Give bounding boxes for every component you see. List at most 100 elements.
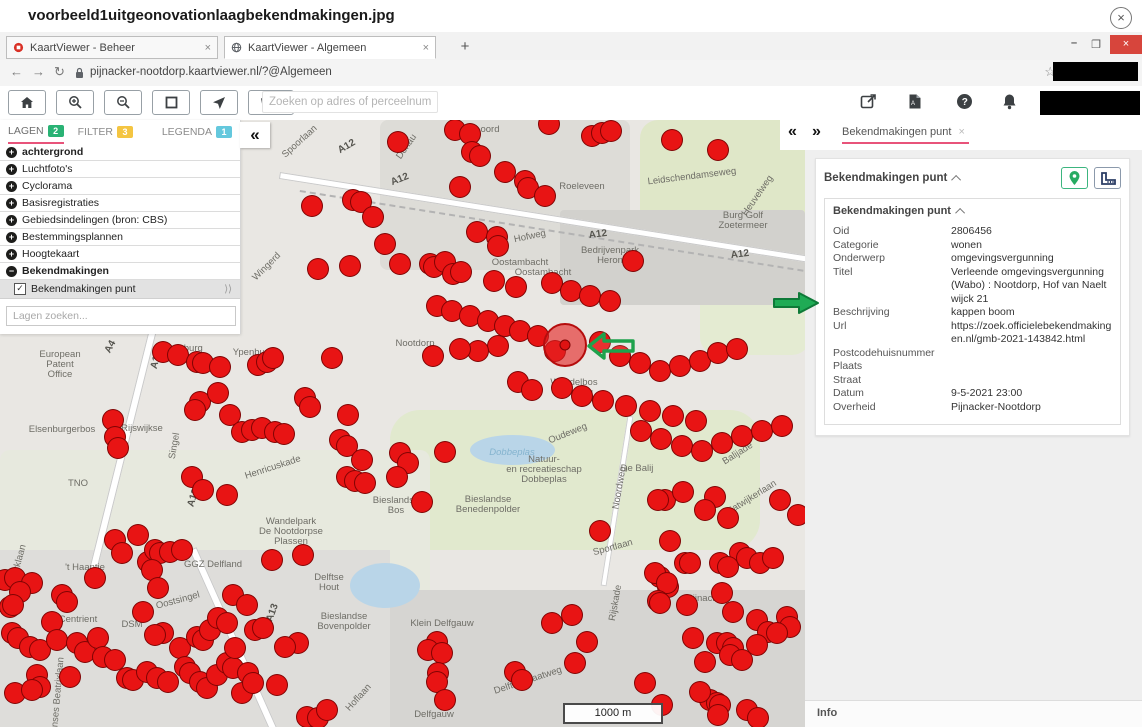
bekendmaking-marker[interactable] xyxy=(487,335,509,357)
bekendmaking-marker[interactable] xyxy=(56,591,78,613)
bekendmaking-marker[interactable] xyxy=(576,631,598,653)
zoom-in-button[interactable] xyxy=(56,90,94,115)
bekendmaking-marker[interactable] xyxy=(46,629,68,651)
bekendmaking-marker[interactable] xyxy=(449,176,471,198)
selected-marker[interactable] xyxy=(560,340,571,351)
extent-button[interactable] xyxy=(152,90,190,115)
bekendmaking-marker[interactable] xyxy=(301,195,323,217)
tab-legenda[interactable]: LEGENDA1 xyxy=(162,120,232,144)
expand-right-panel-icon[interactable]: » xyxy=(812,123,821,141)
bekendmaking-marker[interactable] xyxy=(787,504,805,526)
bekendmaking-marker[interactable] xyxy=(252,617,274,639)
bekendmaking-marker[interactable] xyxy=(771,415,793,437)
bekendmaking-marker[interactable] xyxy=(494,161,516,183)
bekendmaking-marker[interactable] xyxy=(717,507,739,529)
bekendmaking-marker[interactable] xyxy=(216,484,238,506)
feature-tab-close-icon[interactable]: × xyxy=(959,126,965,138)
bekendmaking-marker[interactable] xyxy=(630,420,652,442)
bekendmaking-marker[interactable] xyxy=(639,400,661,422)
bekendmaking-marker[interactable] xyxy=(762,547,784,569)
bekendmaking-marker[interactable] xyxy=(171,539,193,561)
bekendmaking-marker[interactable] xyxy=(274,636,296,658)
expand-group-icon[interactable]: + xyxy=(6,215,17,226)
tab-close-icon[interactable]: × xyxy=(423,42,429,54)
bekendmaking-marker[interactable] xyxy=(722,601,744,623)
layer-options-icon[interactable]: ⟩⟩ xyxy=(224,284,232,295)
back-icon[interactable]: ← xyxy=(10,64,23,79)
bekendmaking-marker[interactable] xyxy=(685,410,707,432)
bekendmaking-marker[interactable] xyxy=(351,449,373,471)
window-restore-button[interactable]: ❐ xyxy=(1086,36,1106,54)
bekendmaking-marker[interactable] xyxy=(389,253,411,275)
bekendmaking-marker[interactable] xyxy=(192,479,214,501)
bekendmaking-marker[interactable] xyxy=(21,679,43,701)
bekendmaking-marker[interactable] xyxy=(672,481,694,503)
expand-group-icon[interactable]: + xyxy=(6,249,17,260)
expand-group-icon[interactable]: + xyxy=(6,164,17,175)
tab-filter[interactable]: FILTER3 xyxy=(78,120,133,144)
bekendmaking-marker[interactable] xyxy=(262,347,284,369)
zoom-out-button[interactable] xyxy=(104,90,142,115)
locate-button[interactable] xyxy=(200,90,238,115)
bekendmaking-marker[interactable] xyxy=(2,594,24,616)
bekendmaking-marker[interactable] xyxy=(589,520,611,542)
bekendmaking-marker[interactable] xyxy=(84,567,106,589)
bekendmaking-marker[interactable] xyxy=(422,345,444,367)
bekendmaking-marker[interactable] xyxy=(184,399,206,421)
expand-group-icon[interactable]: + xyxy=(6,232,17,243)
bekendmaking-marker[interactable] xyxy=(107,437,129,459)
bekendmaking-marker[interactable] xyxy=(747,707,769,727)
bekendmaking-marker[interactable] xyxy=(634,672,656,694)
layer-checkbox[interactable]: ✓ xyxy=(14,283,26,295)
feature-tab[interactable]: Bekendmakingen punt × xyxy=(842,126,969,144)
expand-group-icon[interactable]: + xyxy=(6,147,17,158)
bekendmaking-marker[interactable] xyxy=(731,425,753,447)
bekendmaking-marker[interactable] xyxy=(766,622,788,644)
url-text[interactable]: pijnacker-nootdorp.kaartviewer.nl/?@Alge… xyxy=(90,66,332,78)
bekendmaking-marker[interactable] xyxy=(746,634,768,656)
bekendmaking-marker[interactable] xyxy=(647,489,669,511)
bekendmaking-marker[interactable] xyxy=(299,396,321,418)
bekendmaking-marker[interactable] xyxy=(551,377,573,399)
bekendmaking-marker[interactable] xyxy=(337,404,359,426)
bekendmaking-marker[interactable] xyxy=(261,549,283,571)
bekendmaking-marker[interactable] xyxy=(469,145,491,167)
bekendmaking-marker[interactable] xyxy=(650,428,672,450)
bekendmaking-marker[interactable] xyxy=(694,651,716,673)
layers-search-input[interactable] xyxy=(6,306,236,326)
bekendmaking-marker[interactable] xyxy=(236,594,258,616)
expand-group-icon[interactable]: + xyxy=(6,181,17,192)
help-icon[interactable]: ? xyxy=(956,93,973,115)
bekendmaking-marker[interactable] xyxy=(541,612,563,634)
bekendmaking-marker[interactable] xyxy=(691,440,713,462)
search-input[interactable] xyxy=(262,91,438,113)
notifications-icon[interactable] xyxy=(1002,93,1017,115)
layer-group-row[interactable]: −Bekendmakingen xyxy=(0,263,240,280)
bekendmaking-marker[interactable] xyxy=(450,261,472,283)
reload-icon[interactable]: ↻ xyxy=(54,64,65,80)
bekendmaking-marker[interactable] xyxy=(679,552,701,574)
bekendmaking-marker[interactable] xyxy=(751,420,773,442)
bekendmaking-marker[interactable] xyxy=(354,472,376,494)
collapse-group-icon[interactable]: − xyxy=(6,266,17,277)
bekendmaking-marker[interactable] xyxy=(707,704,729,726)
bekendmaking-marker[interactable] xyxy=(449,338,471,360)
info-bar[interactable]: Info xyxy=(805,700,1142,727)
browser-tab-algemeen[interactable]: KaartViewer - Algemeen × xyxy=(224,36,436,59)
bekendmaking-marker[interactable] xyxy=(561,604,583,626)
layer-group-row[interactable]: +Luchtfoto's xyxy=(0,161,240,178)
new-tab-button[interactable]: + xyxy=(452,38,478,58)
collapse-left-panel-button[interactable]: « xyxy=(240,122,270,148)
pdf-export-icon[interactable]: A xyxy=(908,93,922,115)
bekendmaking-marker[interactable] xyxy=(579,285,601,307)
bekendmaking-marker[interactable] xyxy=(216,612,238,634)
bekendmaking-marker[interactable] xyxy=(316,699,338,721)
bekendmaking-marker[interactable] xyxy=(339,255,361,277)
bekendmaking-marker[interactable] xyxy=(564,652,586,674)
bekendmaking-marker[interactable] xyxy=(649,360,671,382)
bekendmaking-marker[interactable] xyxy=(266,674,288,696)
layer-row[interactable]: ✓Bekendmakingen punt⟩⟩ xyxy=(0,280,240,299)
feature-card-header[interactable]: Bekendmakingen punt xyxy=(824,167,1121,189)
bekendmaking-marker[interactable] xyxy=(659,530,681,552)
bekendmaking-marker[interactable] xyxy=(694,499,716,521)
